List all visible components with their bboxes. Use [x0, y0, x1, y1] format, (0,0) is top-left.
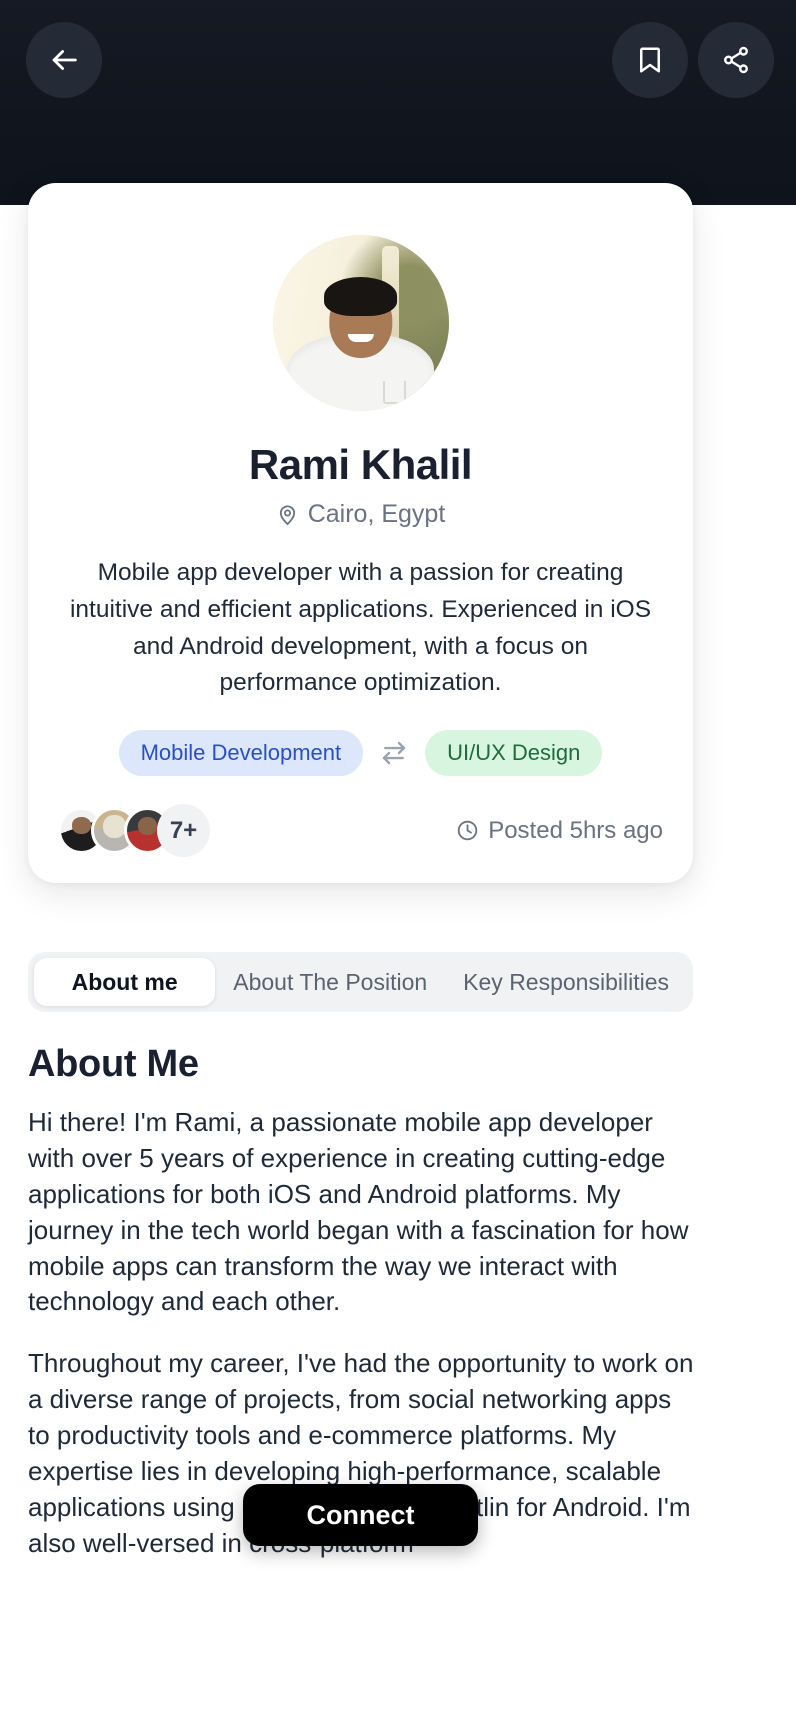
- applicant-avatar-stack[interactable]: 7+: [58, 804, 210, 857]
- bookmark-icon: [635, 45, 665, 75]
- avatar: [272, 235, 449, 411]
- clock-icon: [456, 819, 479, 842]
- about-paragraph-1: Hi there! I'm Rami, a passionate mobile …: [28, 1107, 689, 1317]
- profile-location: Cairo, Egypt: [58, 500, 663, 529]
- share-button[interactable]: [698, 22, 774, 98]
- tag-ui-ux-design[interactable]: UI/UX Design: [425, 730, 603, 776]
- tab-about-the-position[interactable]: About The Position: [215, 958, 445, 1006]
- tab-about-me[interactable]: About me: [34, 958, 216, 1006]
- profile-tags: Mobile Development UI/UX Design: [58, 730, 663, 776]
- section-tabs: About me About The Position Key Responsi…: [28, 952, 693, 1012]
- connect-button[interactable]: Connect: [243, 1484, 478, 1546]
- avatar-hair: [323, 277, 398, 316]
- back-button[interactable]: [26, 22, 102, 98]
- posted-time: Posted 5hrs ago: [456, 817, 663, 845]
- posted-time-text: Posted 5hrs ago: [488, 816, 663, 844]
- avatar-shirt-pocket: [383, 381, 407, 404]
- bookmark-button[interactable]: [612, 22, 688, 98]
- map-pin-icon: [276, 503, 299, 526]
- about-section-title: About Me: [28, 1043, 199, 1085]
- profile-screen: Rami Khalil Cairo, Egypt Mobile app deve…: [0, 0, 796, 1728]
- profile-meta-row: 7+ Posted 5hrs ago: [58, 804, 663, 857]
- profile-card: Rami Khalil Cairo, Egypt Mobile app deve…: [28, 183, 693, 883]
- tab-key-responsibilities[interactable]: Key Responsibilities: [445, 958, 687, 1006]
- profile-bio: Mobile app developer with a passion for …: [69, 559, 652, 697]
- top-app-bar: [0, 0, 796, 205]
- profile-location-text: Cairo, Egypt: [307, 500, 446, 528]
- profile-name: Rami Khalil: [248, 441, 473, 488]
- share-icon: [721, 45, 751, 75]
- applicant-extra-count: 7+: [157, 804, 210, 857]
- arrow-left-icon: [47, 43, 81, 77]
- swap-horizontal-icon: [377, 738, 411, 768]
- tag-mobile-development[interactable]: Mobile Development: [118, 730, 364, 776]
